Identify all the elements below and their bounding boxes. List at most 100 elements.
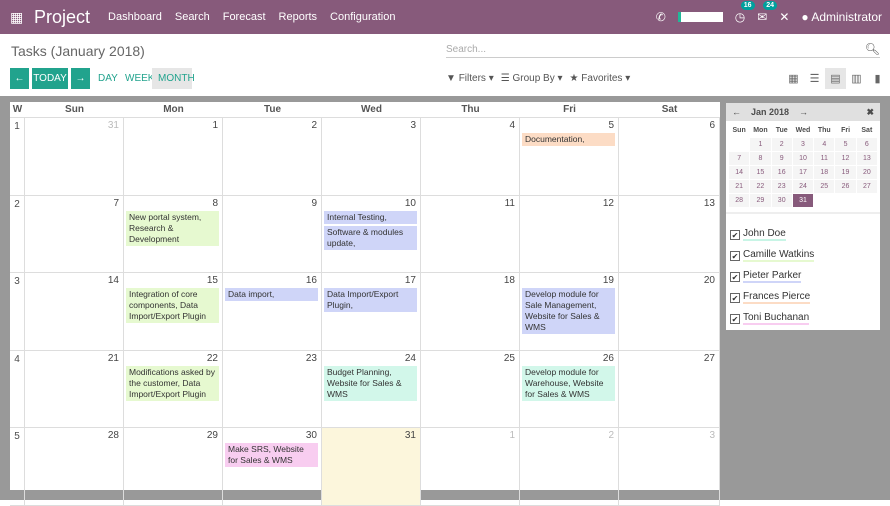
mini-date[interactable]: 2 — [771, 138, 792, 151]
search-input[interactable]: Search... 🔍︎ — [446, 42, 880, 58]
mini-date[interactable]: 10 — [792, 152, 814, 165]
attendee-item[interactable]: ✔ Camille Watkins — [730, 245, 876, 266]
day-cell[interactable]: 1 — [421, 428, 520, 506]
day-cell[interactable]: 12 — [520, 195, 619, 273]
day-cell[interactable]: 15 Integration of core components, Data I… — [124, 273, 223, 351]
attendee-item[interactable]: ✔ John Doe — [730, 224, 876, 245]
day-cell[interactable]: 29 — [124, 428, 223, 506]
calendar-event[interactable]: Develop module for Warehouse, Website fo… — [522, 365, 615, 401]
mini-date[interactable]: 30 — [771, 194, 792, 207]
day-cell[interactable]: 27 — [619, 350, 720, 428]
mini-date[interactable]: 3 — [792, 138, 814, 151]
calendar-event[interactable]: Documentation, — [522, 133, 615, 146]
mini-next-icon[interactable]: → — [799, 107, 808, 117]
activity-icon[interactable]: ◷ 16 — [735, 1, 755, 24]
mini-date[interactable]: 13 — [856, 152, 877, 165]
day-cell[interactable]: 20 — [619, 273, 720, 351]
mini-date[interactable]: 25 — [814, 180, 835, 193]
phone-icon[interactable]: ✆ — [656, 10, 666, 24]
day-cell[interactable]: 8 New portal system, Research & Developme… — [124, 195, 223, 273]
day-cell[interactable]: 14 — [25, 273, 124, 351]
calendar-event[interactable]: Internal Testing, — [324, 210, 417, 224]
mini-date[interactable]: 26 — [835, 180, 856, 193]
mini-date[interactable]: 24 — [792, 180, 814, 193]
mini-date[interactable]: 1 — [750, 138, 771, 151]
calendar-view-icon[interactable]: ▤ — [825, 68, 846, 89]
calendar-event[interactable]: Make SRS, Website for Sales & WMS — [225, 443, 318, 467]
favorites-dropdown[interactable]: ★ Favorites ▾ — [570, 73, 631, 84]
prev-button[interactable]: ← — [10, 68, 29, 89]
calendar-event[interactable]: Modifications asked by the customer, Dat… — [126, 365, 219, 401]
calendar-event[interactable]: Software & modules update, — [324, 225, 417, 250]
status-bar[interactable] — [677, 12, 723, 22]
tools-icon[interactable]: ✕ — [779, 10, 789, 24]
calendar-event[interactable]: Develop module for Sale Management, Webs… — [522, 288, 615, 334]
day-cell[interactable]: 22 Modifications asked by the customer, D… — [124, 350, 223, 428]
menu-search[interactable]: Search — [175, 11, 210, 23]
mini-date[interactable]: 7 — [729, 152, 750, 165]
close-sidebar-icon[interactable]: ✖ — [866, 107, 874, 118]
day-cell[interactable]: 17 Data Import/Export Plugin, — [322, 273, 421, 351]
pivot-view-icon[interactable]: ▥ — [846, 68, 867, 89]
today-button[interactable]: TODAY — [32, 68, 68, 89]
mini-date[interactable]: 4 — [814, 138, 835, 151]
day-cell[interactable]: 10 Internal Testing, Software & modules up… — [322, 195, 421, 273]
day-cell[interactable]: 23 — [223, 350, 322, 428]
attendee-item[interactable]: ✔ Toni Buchanan — [730, 308, 876, 329]
mini-date[interactable]: 12 — [835, 152, 856, 165]
mini-date[interactable]: 28 — [729, 194, 750, 207]
mini-date[interactable]: 15 — [750, 166, 771, 179]
mini-prev-icon[interactable]: ← — [732, 107, 741, 117]
day-cell[interactable]: 31 — [322, 428, 421, 506]
menu-configuration[interactable]: Configuration — [330, 11, 395, 23]
apps-menu-icon[interactable]: ▦ — [10, 9, 24, 26]
calendar-event[interactable]: Data Import/Export Plugin, — [324, 288, 417, 312]
attendee-checkbox[interactable]: ✔ — [730, 292, 740, 303]
day-cell[interactable]: 3 — [322, 118, 421, 196]
attendee-checkbox[interactable]: ✔ — [730, 250, 740, 261]
mini-date[interactable]: 11 — [814, 152, 835, 165]
list-view-icon[interactable]: ☰ — [804, 68, 825, 89]
graph-view-icon[interactable]: ▮ — [867, 68, 888, 89]
calendar-event[interactable]: Budget Planning, Website for Sales & WMS — [324, 365, 417, 401]
mini-date[interactable]: 21 — [729, 180, 750, 193]
day-cell[interactable]: 1 — [124, 118, 223, 196]
calendar-event[interactable]: Data import, — [225, 288, 318, 301]
mini-date[interactable]: 29 — [750, 194, 771, 207]
day-cell[interactable]: 25 — [421, 350, 520, 428]
menu-forecast[interactable]: Forecast — [223, 11, 266, 23]
attendee-checkbox[interactable]: ✔ — [730, 271, 740, 282]
search-icon[interactable]: 🔍︎ — [865, 42, 880, 56]
mini-date[interactable]: 22 — [750, 180, 771, 193]
attendee-item[interactable]: ✔ Frances Pierce — [730, 287, 876, 308]
kanban-view-icon[interactable]: ▦ — [783, 68, 804, 89]
day-cell[interactable]: 16 Data import, — [223, 273, 322, 351]
calendar-event[interactable]: New portal system, Research & Developmen… — [126, 210, 219, 246]
day-cell[interactable]: 18 — [421, 273, 520, 351]
month-view-button[interactable]: MONTH — [152, 68, 195, 89]
mini-date[interactable]: 16 — [771, 166, 792, 179]
menu-dashboard[interactable]: Dashboard — [108, 11, 162, 23]
messages-icon[interactable]: ✉ 24 — [757, 1, 778, 24]
attendee-checkbox[interactable]: ✔ — [730, 313, 740, 324]
mini-date[interactable]: 20 — [856, 166, 877, 179]
day-cell[interactable]: 19 Develop module for Sale Management, We… — [520, 273, 619, 351]
day-cell[interactable]: 3 — [619, 428, 720, 506]
day-cell[interactable]: 11 — [421, 195, 520, 273]
mini-date[interactable]: 5 — [835, 138, 856, 151]
mini-date[interactable]: 17 — [792, 166, 814, 179]
day-cell[interactable]: 28 — [25, 428, 124, 506]
day-cell[interactable]: 4 — [421, 118, 520, 196]
day-cell[interactable]: 6 — [619, 118, 720, 196]
day-cell[interactable]: 7 — [25, 195, 124, 273]
day-cell[interactable]: 30 Make SRS, Website for Sales & WMS — [223, 428, 322, 506]
day-cell[interactable]: 13 — [619, 195, 720, 273]
group-by-dropdown[interactable]: ☰ Group By ▾ — [501, 73, 563, 84]
attendee-item[interactable]: ✔ Pieter Parker — [730, 266, 876, 287]
day-cell[interactable]: 9 — [223, 195, 322, 273]
day-cell[interactable]: 5 Documentation, — [520, 118, 619, 196]
day-cell[interactable]: 26 Develop module for Warehouse, Website … — [520, 350, 619, 428]
user-menu[interactable]: ● Administrator — [801, 10, 882, 24]
mini-date[interactable]: 18 — [814, 166, 835, 179]
day-cell[interactable]: 2 — [223, 118, 322, 196]
